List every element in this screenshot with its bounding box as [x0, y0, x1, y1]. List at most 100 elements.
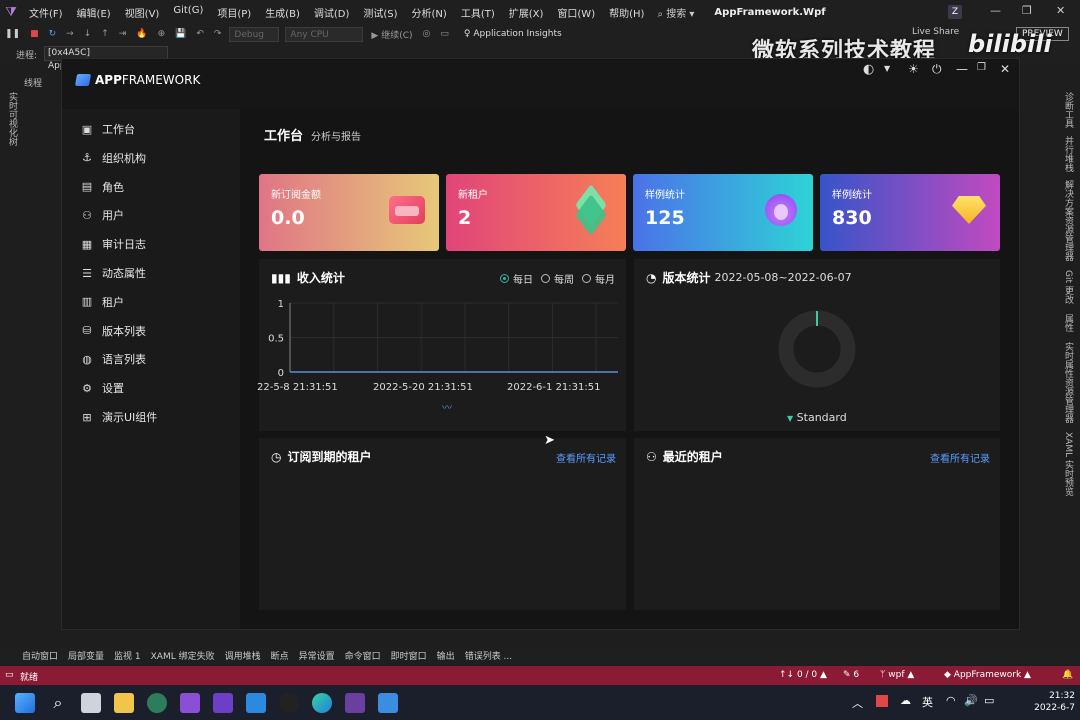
menu-item[interactable]: 调试(D) — [307, 5, 357, 20]
app-circle-icon[interactable] — [147, 693, 167, 713]
sidebar-item[interactable]: ⛁ 版本列表 — [80, 322, 146, 340]
battery-icon[interactable]: ▭ — [984, 694, 994, 707]
status-lines[interactable]: ↑↓ 0 / 0 ▲ — [779, 670, 827, 680]
vscode-icon[interactable] — [246, 693, 266, 713]
minimize-icon[interactable]: — — [990, 4, 1001, 17]
wifi-icon[interactable]: ◠ — [946, 694, 956, 707]
edge-icon[interactable] — [312, 693, 332, 713]
folder-icon[interactable]: ▭ — [435, 29, 454, 39]
app-insights-button[interactable]: ♀ Application Insights — [464, 29, 562, 39]
sidebar-item[interactable]: ☰ 动态属性 — [80, 264, 146, 282]
step-over-icon[interactable]: ↓ — [79, 29, 97, 39]
stat-card[interactable]: 样例统计 830 — [820, 174, 1000, 251]
status-edits[interactable]: ✎ 6 — [843, 670, 859, 680]
menu-item[interactable]: 扩展(X) — [502, 5, 551, 20]
menu-item[interactable]: 分析(N) — [405, 5, 454, 20]
step-icon[interactable]: → — [61, 29, 79, 39]
bottom-tab[interactable]: 断点 — [271, 649, 289, 662]
donut-legend[interactable]: ▼ Standard — [787, 411, 847, 424]
right-strip-tab[interactable]: 诊断工具 — [1062, 92, 1075, 128]
right-strip-tab[interactable]: 并行堆栈 — [1062, 136, 1075, 172]
bottom-tab[interactable]: 监视 1 — [114, 649, 141, 662]
stop-icon[interactable]: ■ — [25, 29, 44, 39]
menu-item[interactable]: 项目(P) — [210, 5, 258, 20]
search-box[interactable]: ⌕ 搜索 ▾ — [657, 5, 694, 20]
visual-studio-preview-icon[interactable] — [213, 693, 233, 713]
right-strip-tab[interactable]: 解决方案资源管理器 — [1062, 180, 1075, 261]
continue-button[interactable]: ▶ 继续(C) — [366, 28, 417, 41]
tray-cloud-icon[interactable]: ☁ — [900, 694, 911, 707]
bottom-tab[interactable]: 局部变量 — [68, 649, 104, 662]
stat-card[interactable]: 新租户 2 — [446, 174, 626, 251]
step-into-icon[interactable]: ↑ — [96, 29, 114, 39]
power-icon[interactable]: ⏻ — [932, 62, 942, 77]
menu-item[interactable]: Git(G) — [166, 5, 210, 20]
bottom-tab[interactable]: 调用堆栈 — [225, 649, 261, 662]
step-out-icon[interactable]: ⇥ — [114, 29, 132, 39]
app-minimize-icon[interactable]: — — [956, 62, 968, 76]
right-strip-tab[interactable]: 实时属性资源管理器 — [1062, 342, 1075, 423]
menu-item[interactable]: 编辑(E) — [70, 5, 118, 20]
menu-item[interactable]: 窗口(W) — [550, 5, 602, 20]
sidebar-item[interactable]: ⚓ 组织机构 — [80, 149, 146, 167]
stat-card[interactable]: 新订阅金额 0.0 — [259, 174, 439, 251]
right-strip-tab[interactable]: XAML 实时预览 — [1062, 432, 1075, 496]
app-close-icon[interactable]: ✕ — [1000, 62, 1010, 76]
config-dropdown[interactable]: Debug — [229, 26, 280, 42]
menu-item[interactable]: 帮助(H) — [602, 5, 651, 20]
sidebar-item[interactable]: ▦ 审计日志 — [80, 235, 146, 253]
menu-item[interactable]: 工具(T) — [454, 5, 502, 20]
theme-icon[interactable]: ◐ — [863, 62, 874, 77]
sidebar-item[interactable]: ▣ 工作台 — [80, 120, 135, 138]
bottom-tab[interactable]: XAML 绑定失败 — [151, 649, 215, 662]
sidebar-item[interactable]: ⚇ 用户 — [80, 206, 124, 224]
stat-card[interactable]: 样例统计 125 — [633, 174, 813, 251]
restore-icon[interactable]: ❐ — [1022, 4, 1032, 17]
recent-view-all-link[interactable]: 查看所有记录 — [930, 450, 990, 465]
save-icon[interactable]: 💾 — [170, 29, 191, 39]
tray-app-icon[interactable] — [876, 695, 888, 707]
hot-reload-icon[interactable]: 🔥 — [131, 29, 152, 39]
menu-item[interactable]: 生成(B) — [258, 5, 307, 20]
bottom-tab[interactable]: 自动窗口 — [22, 649, 58, 662]
status-repo[interactable]: ◆ AppFramework ▲ — [944, 670, 1031, 680]
start-icon[interactable] — [15, 693, 35, 713]
bottom-tab[interactable]: 错误列表 ... — [465, 649, 512, 662]
live-visual-tree-tab[interactable]: 实时可视化树 — [6, 92, 19, 146]
terminal-icon[interactable] — [345, 693, 365, 713]
undo-icon[interactable]: ↶ — [191, 29, 209, 39]
ime-indicator[interactable]: 英 — [922, 694, 933, 710]
status-branch[interactable]: ᛘ wpf ▲ — [880, 670, 914, 680]
theme-chevron-icon[interactable]: ▼ — [884, 64, 890, 73]
pause-icon[interactable]: ❚❚ — [0, 29, 25, 39]
visual-studio-icon[interactable] — [180, 693, 200, 713]
sidebar-item[interactable]: ⊞ 演示UI组件 — [80, 408, 157, 426]
bottom-tab[interactable]: 异常设置 — [299, 649, 335, 662]
sun-icon[interactable]: ☀ — [908, 62, 919, 76]
sidebar-item[interactable]: ◍ 语言列表 — [80, 350, 146, 368]
app-framework-icon[interactable] — [378, 693, 398, 713]
bottom-tab[interactable]: 输出 — [437, 649, 455, 662]
qq-icon[interactable] — [279, 693, 299, 713]
bottom-tab[interactable]: 命令窗口 — [345, 649, 381, 662]
sidebar-item[interactable]: ⚙ 设置 — [80, 379, 124, 397]
redo-icon[interactable]: ↷ — [209, 29, 227, 39]
menu-item[interactable]: 文件(F) — [22, 5, 70, 20]
app-maximize-icon[interactable]: ❐ — [977, 62, 986, 73]
restart-icon[interactable]: ↻ — [44, 29, 62, 39]
volume-icon[interactable]: 🔊 — [964, 694, 978, 707]
menu-item[interactable]: 测试(S) — [356, 5, 404, 20]
file-explorer-icon[interactable] — [114, 693, 134, 713]
notification-icon[interactable]: 🔔 — [1062, 670, 1073, 680]
right-strip-tab[interactable]: Git 更改 — [1062, 270, 1075, 304]
platform-dropdown[interactable]: Any CPU — [285, 26, 364, 42]
close-icon[interactable]: ✕ — [1056, 4, 1065, 17]
tray-chevron-icon[interactable]: ︿ — [852, 695, 863, 711]
navigate-icon[interactable]: ⊕ — [153, 29, 171, 39]
taskbar-clock[interactable]: 21:32 2022-6-7 — [1005, 690, 1075, 714]
sidebar-item[interactable]: ▥ 租户 — [80, 293, 124, 311]
user-avatar[interactable]: Z — [948, 5, 962, 19]
task-view-icon[interactable] — [81, 693, 101, 713]
sidebar-item[interactable]: ▤ 角色 — [80, 178, 124, 196]
right-strip-tab[interactable]: 属性 — [1062, 314, 1075, 332]
